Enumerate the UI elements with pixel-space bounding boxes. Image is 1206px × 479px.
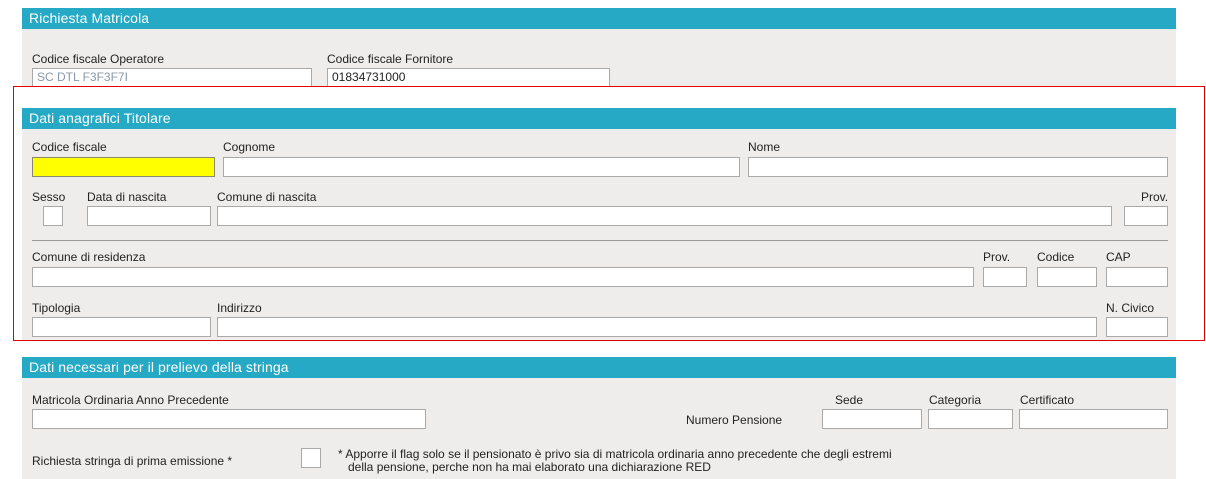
prima-emissione-label: Richiesta stringa di prima emissione *: [32, 454, 233, 468]
certificato-field[interactable]: [1019, 409, 1168, 429]
comune-nascita-field[interactable]: [217, 206, 1112, 226]
cognome-label: Cognome: [223, 140, 276, 154]
prelievo-panel: Matricola Ordinaria Anno Precedente Nume…: [22, 378, 1176, 479]
comune-nascita-label: Comune di nascita: [217, 190, 317, 204]
sede-field[interactable]: [822, 409, 922, 429]
anagrafici-panel: Codice fiscale Cognome Nome Sesso Data d…: [22, 129, 1176, 341]
richiesta-panel: Codice fiscale Operatore SC DTL F3F3F7I …: [22, 29, 1176, 87]
indirizzo-label: Indirizzo: [217, 301, 262, 315]
tipologia-label: Tipologia: [32, 301, 81, 315]
codice-label: Codice: [1037, 250, 1075, 264]
certificato-label: Certificato: [1020, 393, 1075, 407]
prima-emissione-note-line2: della pensione, perche non ha mai elabor…: [348, 460, 711, 474]
prima-emissione-checkbox[interactable]: [301, 448, 321, 468]
prov-nascita-label: Prov.: [1141, 190, 1169, 204]
nome-field[interactable]: [748, 157, 1168, 177]
cap-field[interactable]: [1106, 267, 1168, 287]
sesso-field[interactable]: [43, 206, 63, 226]
section-divider: [32, 240, 1168, 241]
matricola-field[interactable]: [32, 409, 426, 429]
section-header-richiesta: Richiesta Matricola: [22, 8, 1176, 29]
sede-label: Sede: [835, 393, 864, 407]
section-header-anagrafici: Dati anagrafici Titolare: [22, 108, 1176, 129]
civico-field[interactable]: [1106, 317, 1168, 337]
data-nascita-label: Data di nascita: [87, 190, 167, 204]
tipologia-field[interactable]: [32, 317, 211, 337]
section-header-prelievo: Dati necessari per il prelievo della str…: [22, 357, 1176, 378]
categoria-label: Categoria: [929, 393, 982, 407]
sesso-label: Sesso: [32, 190, 66, 204]
indirizzo-field[interactable]: [217, 317, 1097, 337]
numero-pensione-label: Numero Pensione: [686, 413, 783, 427]
comune-residenza-field[interactable]: [32, 267, 974, 287]
codice-field[interactable]: [1037, 267, 1097, 287]
cf-operatore-field[interactable]: SC DTL F3F3F7I: [32, 68, 312, 87]
codice-fiscale-label: Codice fiscale: [32, 140, 107, 154]
cf-fornitore-label: Codice fiscale Fornitore: [327, 52, 454, 66]
cap-label: CAP: [1106, 250, 1131, 264]
cognome-field[interactable]: [223, 157, 740, 177]
nome-label: Nome: [748, 140, 781, 154]
cf-operatore-label: Codice fiscale Operatore: [32, 52, 165, 66]
prov-residenza-label: Prov.: [983, 250, 1011, 264]
prov-nascita-field[interactable]: [1124, 206, 1168, 226]
data-nascita-field[interactable]: [87, 206, 211, 226]
prov-residenza-field[interactable]: [983, 267, 1027, 287]
codice-fiscale-field[interactable]: [32, 157, 215, 177]
comune-residenza-label: Comune di residenza: [32, 250, 146, 264]
civico-label: N. Civico: [1106, 301, 1155, 315]
categoria-field[interactable]: [928, 409, 1013, 429]
matricola-label: Matricola Ordinaria Anno Precedente: [32, 393, 229, 407]
cf-fornitore-field[interactable]: 01834731000: [327, 68, 610, 87]
